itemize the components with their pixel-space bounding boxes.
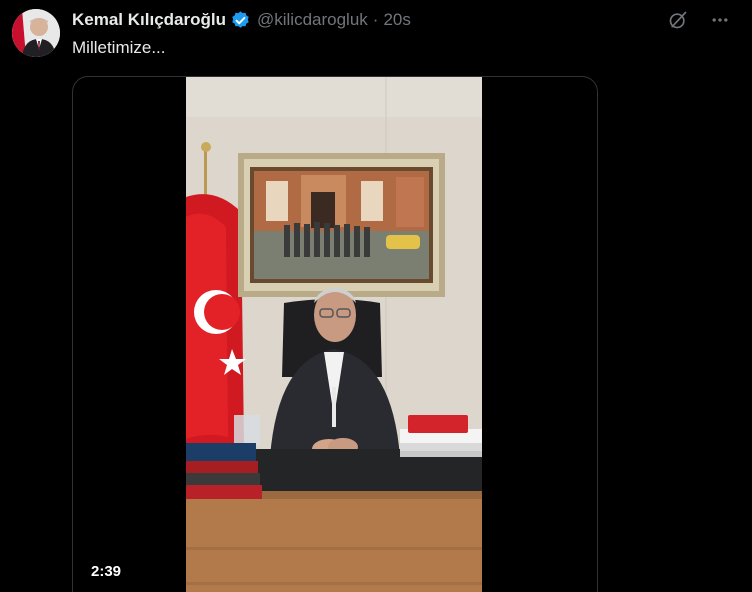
more-icon[interactable] — [708, 8, 732, 32]
video-thumbnail — [186, 77, 482, 592]
tweet-card[interactable]: Kemal Kılıçdaroğlu @kilicdarogluk · 20s — [0, 0, 752, 592]
video-duration: 2:39 — [91, 563, 122, 580]
video-player[interactable]: 2:39 — [72, 76, 598, 592]
verified-badge-icon[interactable] — [230, 10, 251, 31]
grok-icon[interactable] — [666, 8, 690, 32]
tweet-timestamp[interactable]: 20s — [383, 10, 410, 30]
tweet-text: Milletimize... — [72, 38, 166, 57]
tweet-actions-top — [666, 8, 732, 32]
avatar[interactable] — [12, 9, 60, 57]
tweet-header: Kemal Kılıçdaroğlu @kilicdarogluk · 20s — [72, 8, 411, 32]
separator-dot: · — [372, 10, 379, 29]
avatar-image — [12, 9, 60, 57]
author-handle[interactable]: @kilicdarogluk — [257, 10, 368, 30]
author-name[interactable]: Kemal Kılıçdaroğlu — [72, 10, 226, 30]
